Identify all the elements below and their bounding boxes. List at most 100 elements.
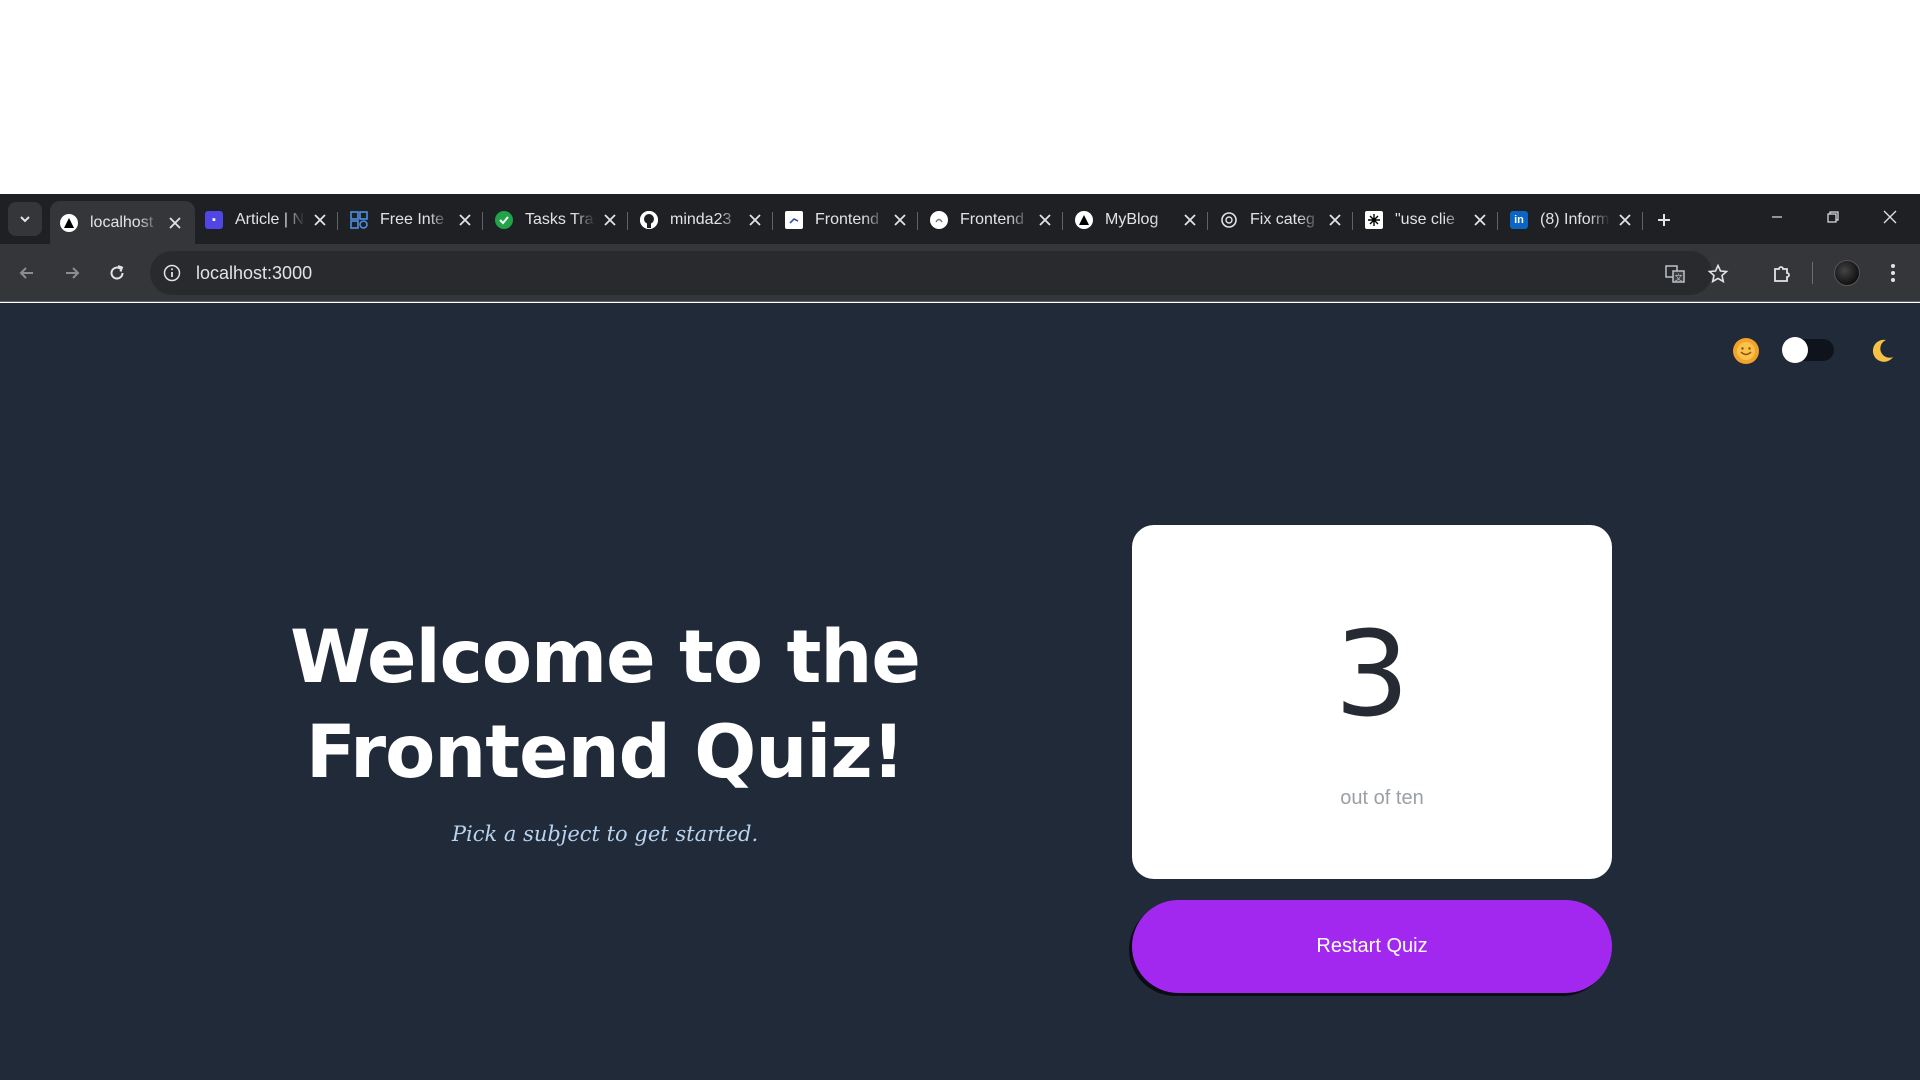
minimize-icon xyxy=(1772,216,1782,218)
frontend-circle-icon xyxy=(930,210,948,229)
tab-title: MyBlog xyxy=(1105,210,1159,228)
use-client-icon xyxy=(1365,210,1383,229)
restart-quiz-button[interactable]: Restart Quiz xyxy=(1132,900,1612,993)
tab-title: Tasks Tra xyxy=(525,210,594,228)
translate-icon[interactable]: 文 xyxy=(1662,261,1688,287)
tab-github[interactable]: minda23 xyxy=(630,201,775,238)
tab-title: Frontend xyxy=(960,210,1025,228)
nextjs-triangle-icon xyxy=(1075,210,1093,229)
switch-knob xyxy=(1782,337,1808,363)
tab-separator xyxy=(337,212,338,230)
tab-use-client[interactable]: "use clie xyxy=(1355,201,1500,238)
site-info-icon[interactable] xyxy=(162,263,182,283)
restore-icon xyxy=(1827,211,1839,223)
tab-separator xyxy=(1642,212,1643,230)
tab-title: Fix categ xyxy=(1250,210,1315,228)
title-line-1: Welcome to the xyxy=(290,615,921,700)
tab-myblog[interactable]: MyBlog xyxy=(1065,201,1210,238)
tab-title: (8) Inform xyxy=(1540,210,1610,228)
tab-separator xyxy=(1497,212,1498,230)
extensions-button[interactable] xyxy=(1767,258,1797,288)
tab-article[interactable]: ▪ Article | N xyxy=(195,201,340,238)
minimize-button[interactable] xyxy=(1757,200,1797,234)
github-icon xyxy=(640,210,658,229)
tab-title: minda23 xyxy=(670,210,732,228)
score-value: 3 xyxy=(1334,605,1410,743)
tab-separator xyxy=(1062,212,1063,230)
quiz-page: Welcome to the Frontend Quiz! Pick a sub… xyxy=(0,303,1920,1080)
kebab-menu-icon xyxy=(1891,264,1895,282)
address-bar[interactable]: localhost:3000 文 xyxy=(150,251,1712,295)
grid-app-icon xyxy=(350,210,368,229)
frontend-mentor-icon xyxy=(785,210,803,229)
close-icon xyxy=(1883,210,1897,224)
tab-separator xyxy=(482,212,483,230)
close-icon[interactable] xyxy=(1472,212,1488,228)
toolbar-divider xyxy=(1812,262,1813,284)
nextjs-triangle-icon xyxy=(60,213,78,232)
close-icon[interactable] xyxy=(1182,212,1198,228)
restore-button[interactable] xyxy=(1813,200,1853,234)
close-icon[interactable] xyxy=(457,212,473,228)
reload-button[interactable] xyxy=(102,258,132,288)
tab-frontend-1[interactable]: Frontend xyxy=(775,201,920,238)
tab-separator xyxy=(1207,212,1208,230)
score-card: 3 out of ten xyxy=(1132,525,1612,879)
score-caption: out of ten xyxy=(1340,787,1424,809)
back-button[interactable] xyxy=(12,258,42,288)
new-tab-button[interactable] xyxy=(1650,206,1678,234)
tab-localhost[interactable]: localhost xyxy=(50,201,195,244)
close-window-button[interactable] xyxy=(1870,200,1910,234)
title-line-2: Frontend Quiz! xyxy=(305,710,905,795)
page-subtitle: Pick a subject to get started. xyxy=(451,822,759,846)
profile-avatar[interactable] xyxy=(1834,260,1860,286)
tab-free-inte[interactable]: Free Inte xyxy=(340,201,485,238)
bookmark-star-icon[interactable] xyxy=(1705,261,1731,287)
svg-text:文: 文 xyxy=(1675,273,1683,283)
check-circle-icon xyxy=(495,210,513,229)
arrow-right-icon xyxy=(66,267,80,279)
close-icon[interactable] xyxy=(312,212,328,228)
url-text[interactable]: localhost:3000 xyxy=(196,263,312,284)
puzzle-icon xyxy=(1774,266,1790,282)
tab-tasks[interactable]: Tasks Tra xyxy=(485,201,630,238)
tab-linkedin[interactable]: in (8) Inform xyxy=(1500,201,1645,238)
tab-separator xyxy=(1352,212,1353,230)
tab-title: Article | N xyxy=(235,210,305,228)
tab-separator xyxy=(917,212,918,230)
close-icon[interactable] xyxy=(167,215,183,231)
close-icon[interactable] xyxy=(1037,212,1053,228)
article-app-icon: ▪ xyxy=(205,210,223,229)
page-title: Welcome to the Frontend Quiz! xyxy=(205,610,1005,800)
linkedin-icon: in xyxy=(1510,210,1528,229)
close-icon[interactable] xyxy=(892,212,908,228)
tab-separator xyxy=(772,212,773,230)
chevron-down-icon xyxy=(20,216,30,223)
tab-fix-categ[interactable]: Fix categ xyxy=(1210,201,1355,238)
close-icon[interactable] xyxy=(1327,212,1343,228)
tab-separator xyxy=(627,212,628,230)
tab-title: localhost xyxy=(90,213,154,231)
welcome-section: Welcome to the Frontend Quiz! Pick a sub… xyxy=(205,610,1005,846)
tab-title: Free Inte xyxy=(380,210,445,228)
moon-icon xyxy=(1872,339,1893,362)
theme-toggle xyxy=(1730,331,1900,371)
tab-strip: localhost ▪ Article | N Free Inte Tasks … xyxy=(0,194,1920,244)
reload-icon xyxy=(110,265,124,280)
browser-menu-button[interactable] xyxy=(1878,258,1908,288)
close-icon[interactable] xyxy=(1617,212,1633,228)
browser-toolbar: localhost:3000 文 xyxy=(0,244,1920,302)
tab-title: "use clie xyxy=(1395,210,1455,228)
dark-mode-switch[interactable] xyxy=(1782,337,1834,363)
plus-icon xyxy=(1658,214,1670,226)
forward-button[interactable] xyxy=(57,258,87,288)
tab-title: Frontend xyxy=(815,210,880,228)
close-icon[interactable] xyxy=(747,212,763,228)
arrow-left-icon xyxy=(19,267,33,279)
close-icon[interactable] xyxy=(602,212,618,228)
tab-search-button[interactable] xyxy=(8,202,42,236)
openai-icon xyxy=(1220,211,1238,229)
blank-area xyxy=(0,0,1920,194)
sun-icon xyxy=(1733,338,1759,364)
tab-frontend-2[interactable]: Frontend xyxy=(920,201,1065,238)
